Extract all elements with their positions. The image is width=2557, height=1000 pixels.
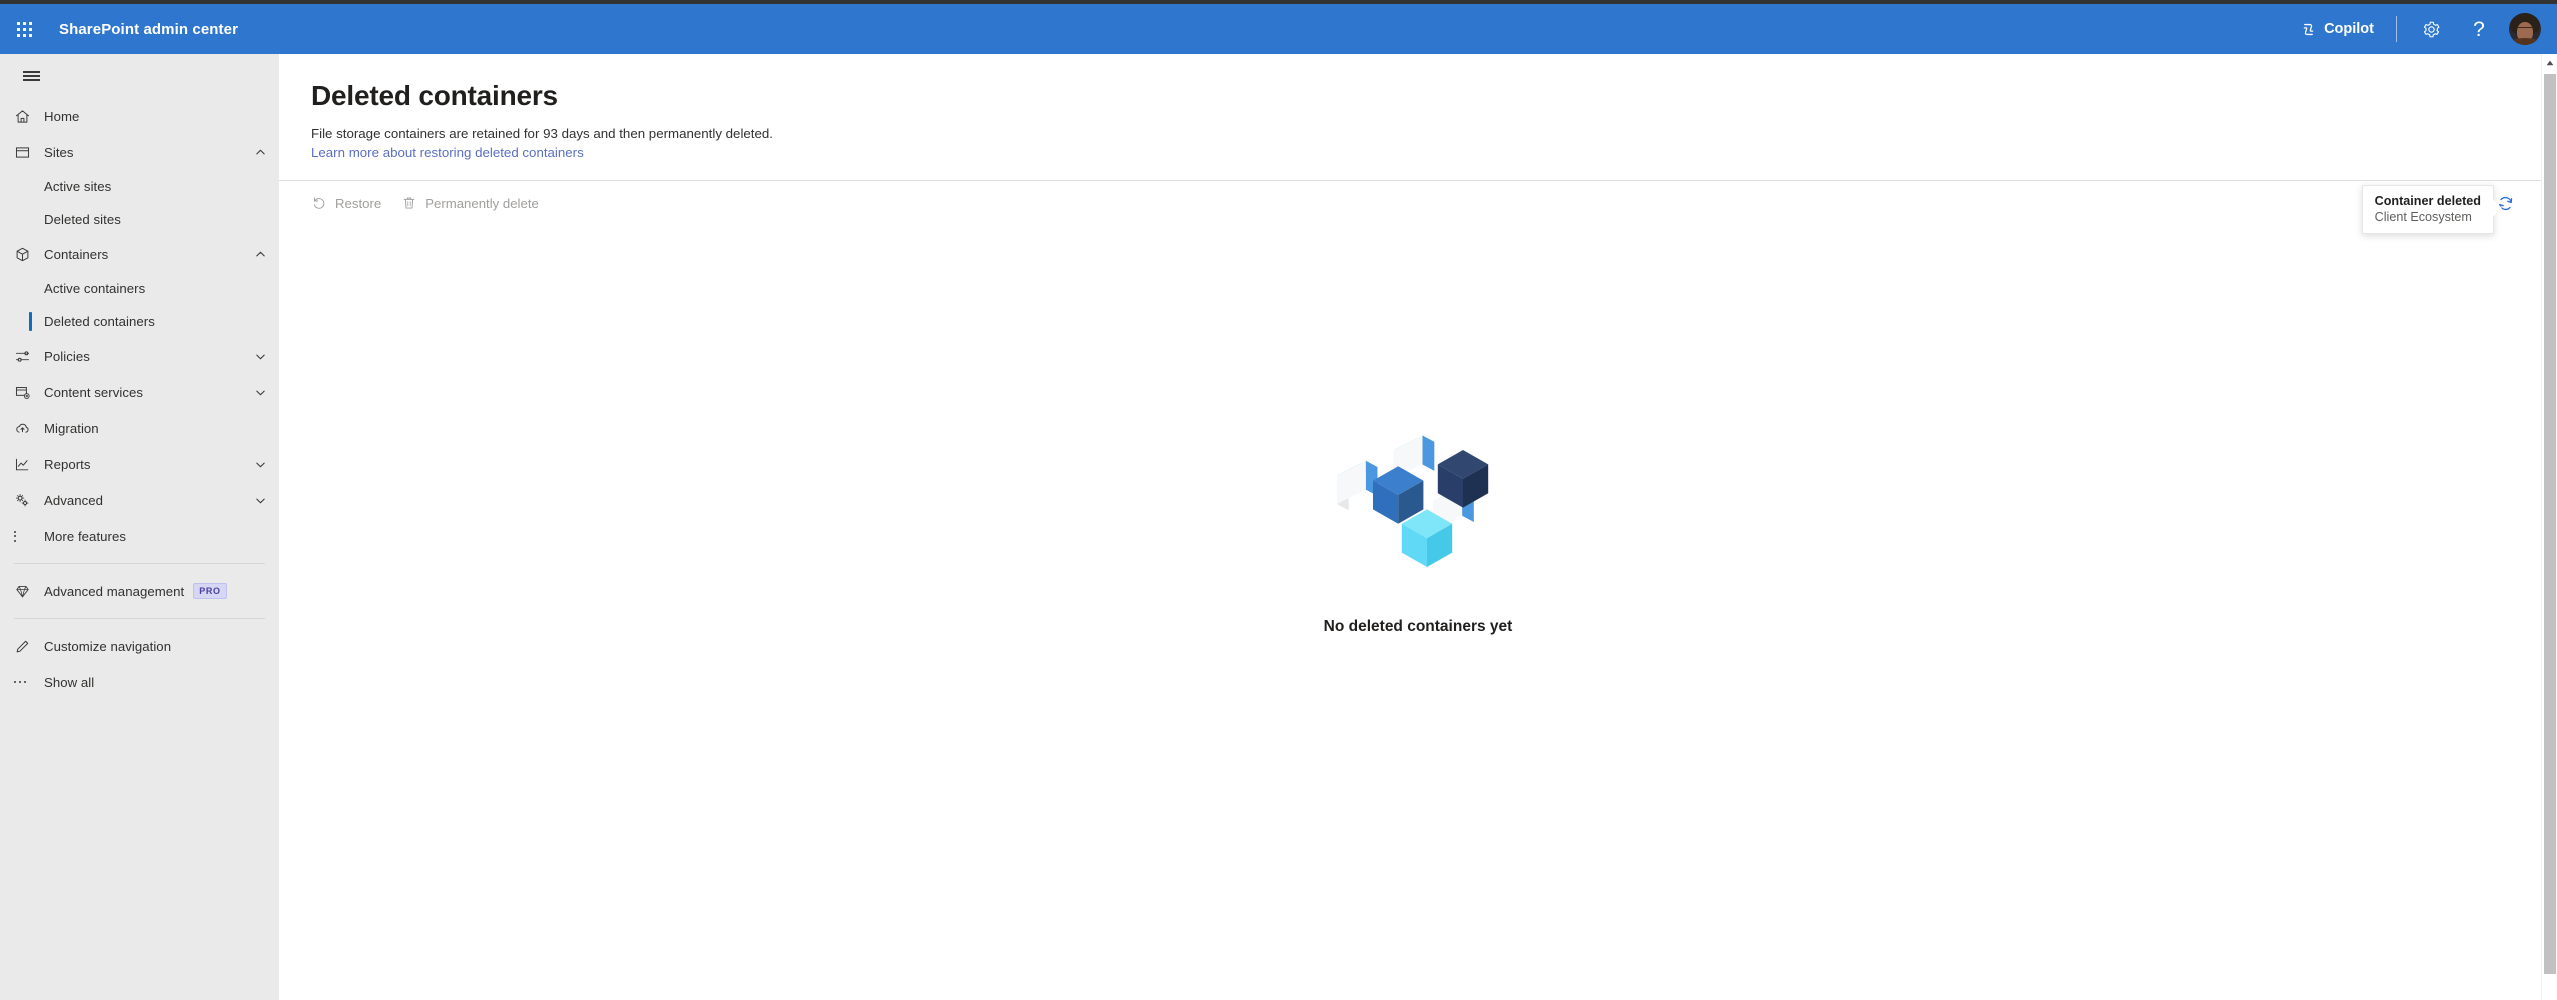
hamburger-icon	[22, 69, 40, 84]
sidebar-item-active-sites[interactable]: Active sites	[0, 170, 279, 203]
help-button[interactable]: ?	[2455, 4, 2503, 54]
sidebar-item-label: Advanced	[44, 492, 104, 508]
sites-icon	[14, 144, 44, 161]
waffle-menu-button[interactable]	[0, 4, 48, 54]
permanently-delete-label: Permanently delete	[425, 195, 539, 211]
sidebar-item-label: Migration	[44, 420, 99, 436]
sidebar-item-label: Customize navigation	[44, 638, 172, 654]
sidebar-item-customize-navigation[interactable]: Customize navigation	[0, 628, 279, 664]
header-divider	[2396, 16, 2397, 42]
sidebar-item-deleted-containers[interactable]: Deleted containers	[0, 305, 279, 338]
sidebar-item-label: Deleted sites	[44, 212, 121, 227]
page-title: Deleted containers	[311, 80, 558, 111]
suite-header-actions: Copilot ?	[2288, 4, 2557, 54]
account-avatar[interactable]	[2509, 13, 2541, 45]
sidebar-item-reports[interactable]: Reports	[0, 446, 279, 482]
settings-button[interactable]	[2407, 4, 2455, 54]
advanced-gears-icon	[14, 492, 44, 509]
tooltip-subtitle: Client Ecosystem	[2374, 210, 2472, 224]
diamond-icon	[14, 583, 44, 600]
vertical-dots-icon	[14, 530, 44, 542]
chevron-down-icon[interactable]	[251, 351, 269, 362]
sidebar-item-label: Home	[44, 108, 80, 124]
help-question-icon: ?	[2473, 17, 2485, 41]
page-description: File storage containers are retained for…	[311, 126, 773, 141]
command-bar-actions: Restore Permanently delete	[279, 181, 2557, 225]
sidebar-item-content-services[interactable]: Content services	[0, 374, 279, 410]
sidebar-item-sites[interactable]: Sites	[0, 134, 279, 170]
sidebar-item-advanced[interactable]: Advanced	[0, 482, 279, 518]
vertical-scrollbar[interactable]	[2541, 54, 2557, 1000]
restore-button[interactable]: Restore	[301, 185, 391, 221]
tooltip-title: Container deleted	[2374, 194, 2481, 208]
copilot-icon	[2303, 23, 2314, 35]
sidebar-item-label: Active sites	[44, 179, 112, 194]
sidebar-item-label: Reports	[44, 456, 91, 472]
sidebar-item-deleted-sites[interactable]: Deleted sites	[0, 203, 279, 236]
pro-badge: PRO	[193, 583, 227, 599]
sliders-icon	[14, 348, 44, 365]
sidebar-item-more-features[interactable]: More features	[0, 518, 279, 554]
sidebar-item-show-all[interactable]: Show all	[0, 664, 279, 700]
sidebar-item-label: Content services	[44, 384, 144, 400]
sidebar-item-label: Active containers	[44, 281, 146, 296]
sidebar-divider	[14, 618, 265, 619]
sidebar-item-active-containers[interactable]: Active containers	[0, 272, 279, 305]
sidebar-item-advanced-management[interactable]: Advanced management PRO	[0, 573, 279, 609]
chevron-up-icon[interactable]	[251, 249, 269, 260]
copilot-label: Copilot	[2324, 21, 2374, 37]
command-bar: Restore Permanently delete Container del…	[279, 180, 2557, 234]
avatar-glasses	[2517, 27, 2533, 31]
empty-state-text: No deleted containers yet	[1323, 618, 1513, 635]
chevron-up-icon[interactable]	[251, 147, 269, 158]
sidebar-navigation: Home Sites Active sites Deleted sites Co…	[0, 54, 279, 1000]
sidebar-divider	[14, 563, 265, 564]
cube-medium-blue	[1373, 466, 1424, 524]
sidebar-item-label: Advanced management	[44, 583, 185, 599]
cloud-upload-icon	[14, 420, 44, 437]
restore-label: Restore	[335, 195, 382, 211]
pencil-icon	[14, 638, 44, 655]
restore-arrow-icon	[313, 197, 325, 209]
container-cube-icon	[14, 246, 44, 263]
trash-icon	[403, 197, 415, 209]
horizontal-dots-icon	[14, 681, 44, 683]
sidebar-item-home[interactable]: Home	[0, 98, 279, 134]
scroll-up-arrow-icon	[2546, 60, 2553, 65]
sidebar-item-migration[interactable]: Migration	[0, 410, 279, 446]
permanently-delete-button[interactable]: Permanently delete	[391, 185, 549, 221]
nav-collapse-button[interactable]	[8, 54, 54, 98]
scroll-up-button[interactable]	[2542, 54, 2557, 71]
main-content: Deleted containers File storage containe…	[279, 54, 2557, 1000]
waffle-grid-icon	[16, 21, 32, 37]
sidebar-item-label: Containers	[44, 246, 109, 262]
suite-title: SharePoint admin center	[59, 20, 239, 38]
home-icon	[14, 108, 44, 125]
sidebar-item-label: Sites	[44, 144, 74, 160]
sidebar-item-label: Show all	[44, 674, 95, 690]
chevron-down-icon[interactable]	[251, 495, 269, 506]
chevron-down-icon[interactable]	[251, 387, 269, 398]
chevron-down-icon[interactable]	[251, 459, 269, 470]
copilot-button[interactable]: Copilot	[2288, 4, 2386, 54]
gear-icon	[2423, 21, 2439, 37]
learn-more-link[interactable]: Learn more about restoring deleted conta…	[311, 145, 584, 160]
sidebar-item-policies[interactable]: Policies	[0, 338, 279, 374]
isometric-containers-illustration	[1337, 435, 1489, 567]
sidebar-item-label: Deleted containers	[44, 314, 155, 329]
panel-left	[1337, 460, 1378, 511]
empty-state: No deleted containers yet	[279, 414, 2557, 636]
sidebar-item-containers[interactable]: Containers	[0, 236, 279, 272]
sidebar-item-label: More features	[44, 528, 127, 544]
chart-line-icon	[14, 456, 44, 473]
suite-header: SharePoint admin center Copilot ?	[0, 4, 2557, 54]
sidebar-item-label: Policies	[44, 348, 90, 364]
scrollbar-thumb[interactable]	[2544, 74, 2556, 974]
content-services-icon	[14, 384, 44, 401]
container-deleted-tooltip: Container deleted Client Ecosystem	[2361, 185, 2503, 234]
avatar-shoulders	[2512, 38, 2538, 45]
